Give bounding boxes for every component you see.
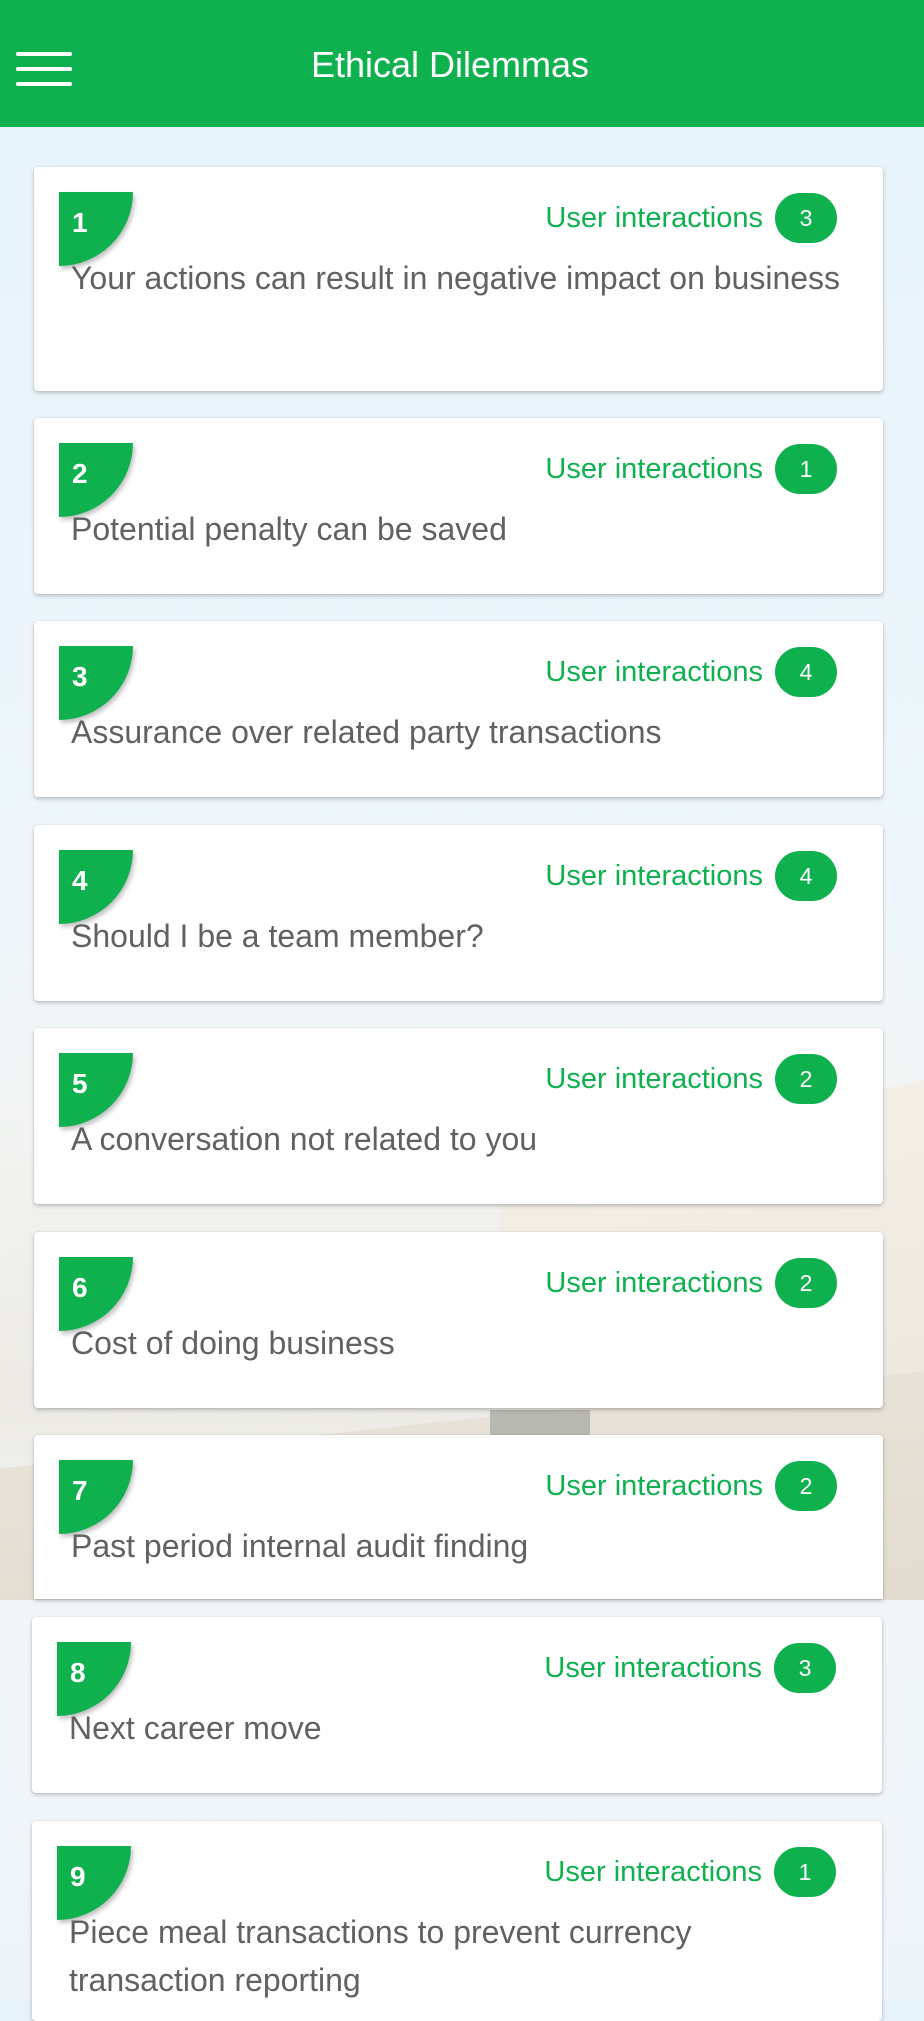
dilemma-number: 3 <box>72 661 88 692</box>
interactions-count-badge: 2 <box>775 1054 837 1104</box>
dilemma-title: Your actions can result in negative impa… <box>71 260 841 296</box>
dilemma-card[interactable]: 9 User interactions 1 Piece meal transac… <box>32 1821 882 2021</box>
dilemma-number: 5 <box>72 1068 88 1099</box>
interactions-count-badge: 4 <box>775 851 837 901</box>
user-interactions: User interactions 1 <box>545 443 837 495</box>
user-interactions-label: User interactions <box>545 1063 763 1095</box>
user-interactions-label: User interactions <box>544 1856 762 1888</box>
user-interactions: User interactions 2 <box>545 1053 837 1105</box>
user-interactions-label: User interactions <box>544 1652 762 1684</box>
user-interactions: User interactions 2 <box>545 1460 837 1512</box>
user-interactions-label: User interactions <box>545 860 763 892</box>
dilemma-title: Piece meal transactions to prevent curre… <box>69 1914 692 1998</box>
user-interactions-label: User interactions <box>545 656 763 688</box>
user-interactions: User interactions 1 <box>544 1846 836 1898</box>
dilemma-number: 2 <box>72 458 88 489</box>
dilemma-number: 8 <box>70 1657 86 1688</box>
user-interactions-label: User interactions <box>545 202 763 234</box>
interactions-count-badge: 3 <box>774 1643 836 1693</box>
dilemma-number: 4 <box>72 865 88 896</box>
dilemma-card[interactable]: 2 User interactions 1 Potential penalty … <box>34 418 883 594</box>
dilemma-title: Past period internal audit finding <box>71 1528 529 1564</box>
interactions-count-badge: 2 <box>775 1461 837 1511</box>
user-interactions: User interactions 4 <box>545 850 837 902</box>
user-interactions-label: User interactions <box>545 1470 763 1502</box>
dilemma-card[interactable]: 5 User interactions 2 A conversation not… <box>34 1028 883 1204</box>
user-interactions: User interactions 2 <box>545 1257 837 1309</box>
interactions-count-badge: 3 <box>775 193 837 243</box>
dilemma-title: Assurance over related party transaction… <box>71 714 662 750</box>
dilemma-list: 1 User interactions 3 Your actions can r… <box>0 0 924 2021</box>
dilemma-title: A conversation not related to you <box>71 1121 538 1157</box>
app-bar: Ethical Dilemmas <box>0 0 924 127</box>
dilemma-title: Should I be a team member? <box>71 918 484 954</box>
dilemma-card[interactable]: 1 User interactions 3 Your actions can r… <box>34 167 883 391</box>
interactions-count-badge: 1 <box>774 1847 836 1897</box>
interactions-count-badge: 1 <box>775 444 837 494</box>
interactions-count-badge: 4 <box>775 647 837 697</box>
dilemma-title: Potential penalty can be saved <box>71 511 507 547</box>
dilemma-card[interactable]: 7 User interactions 2 Past period intern… <box>34 1435 883 1599</box>
dilemma-number: 9 <box>70 1861 86 1892</box>
page-title: Ethical Dilemmas <box>310 44 590 85</box>
user-interactions: User interactions 3 <box>544 1642 836 1694</box>
dilemma-card[interactable]: 3 User interactions 4 Assurance over rel… <box>34 621 883 797</box>
user-interactions-label: User interactions <box>545 453 763 485</box>
dilemma-number: 7 <box>72 1475 88 1506</box>
dilemma-title: Cost of doing business <box>71 1325 395 1361</box>
dilemma-number: 6 <box>72 1272 88 1303</box>
dilemma-card[interactable]: 6 User interactions 2 Cost of doing busi… <box>34 1232 883 1408</box>
dilemma-card[interactable]: 8 User interactions 3 Next career move <box>32 1617 882 1793</box>
interactions-count-badge: 2 <box>775 1258 837 1308</box>
user-interactions: User interactions 4 <box>545 646 837 698</box>
user-interactions-label: User interactions <box>545 1267 763 1299</box>
dilemma-card[interactable]: 4 User interactions 4 Should I be a team… <box>34 825 883 1001</box>
dilemma-title: Next career move <box>69 1710 322 1746</box>
user-interactions: User interactions 3 <box>545 192 837 244</box>
dilemma-number: 1 <box>72 207 88 238</box>
